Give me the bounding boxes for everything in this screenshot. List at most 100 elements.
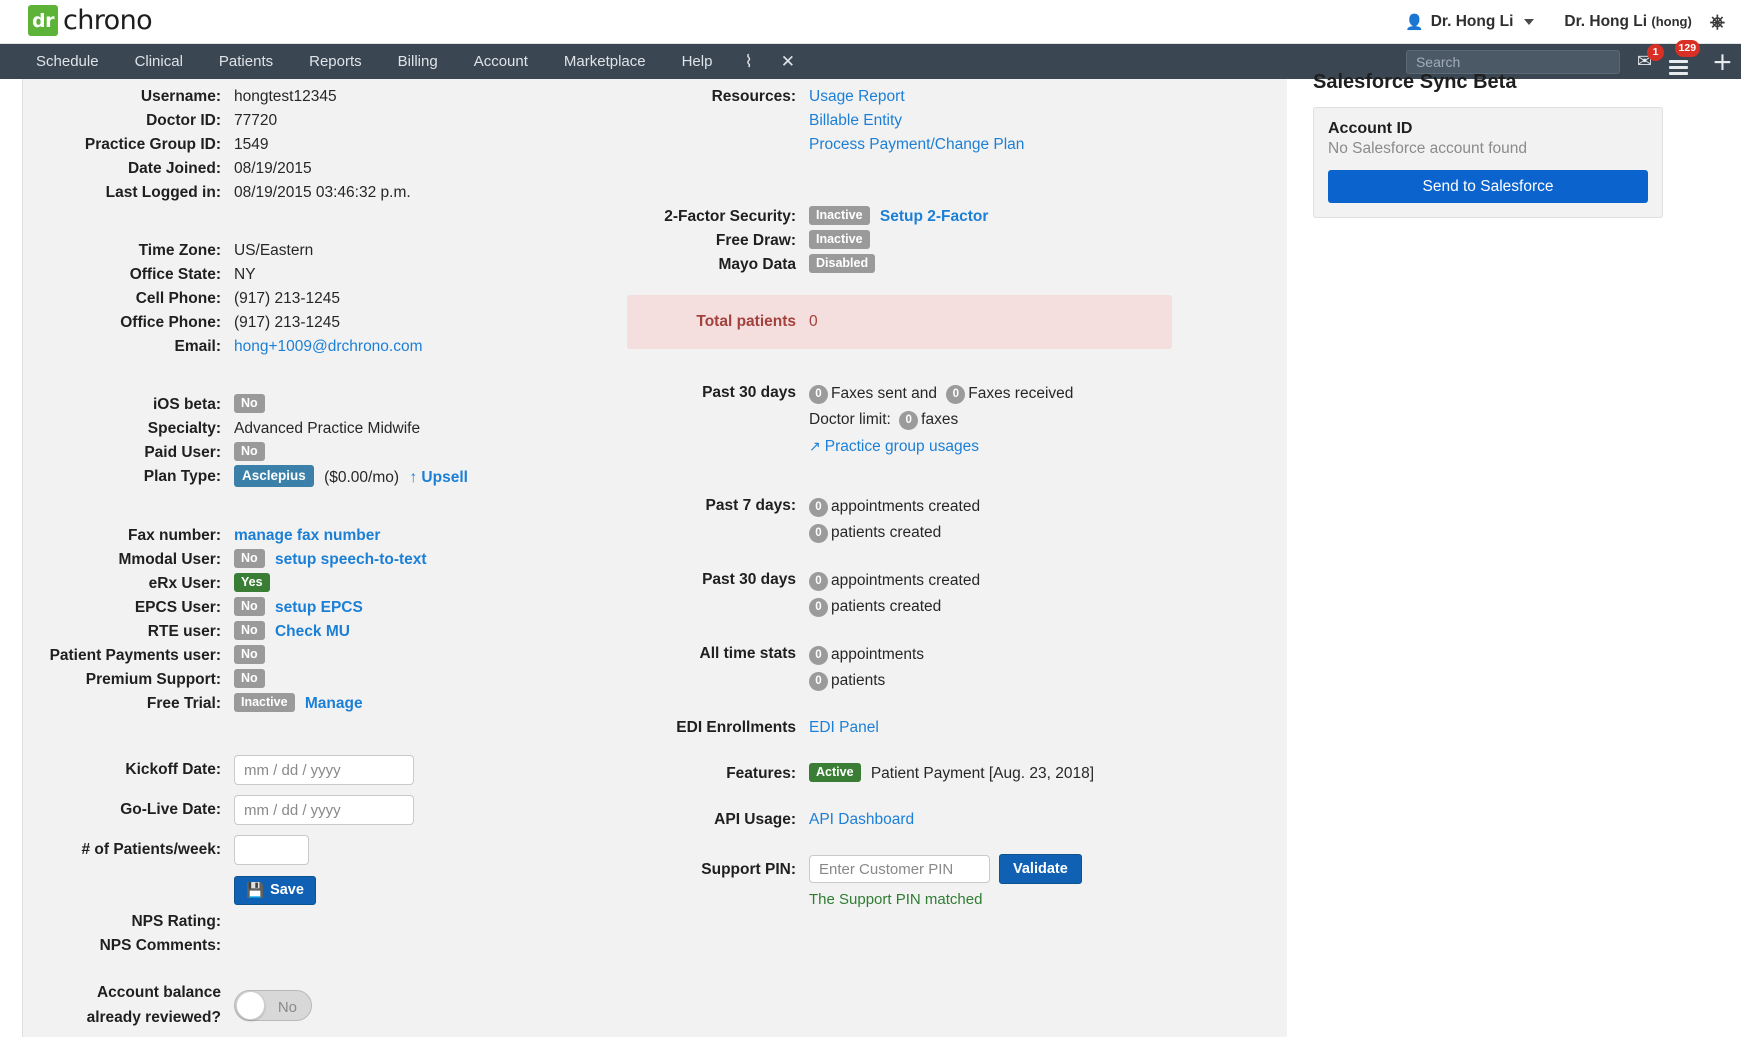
arrow-up-icon: ↑ bbox=[409, 469, 418, 486]
billable-entity-link[interactable]: Billable Entity bbox=[809, 112, 902, 129]
drchrono-logo[interactable]: dr chrono bbox=[28, 5, 153, 36]
field-label: Paid User: bbox=[144, 444, 221, 461]
account-right-column: Resources: Usage Report Billable Entity … bbox=[583, 85, 1223, 912]
validate-pin-button[interactable]: Validate bbox=[999, 854, 1082, 884]
field-erx-user: eRx User: Yes bbox=[23, 572, 583, 596]
search-input[interactable] bbox=[1405, 49, 1620, 74]
email-link[interactable]: hong+1009@drchrono.com bbox=[234, 338, 423, 355]
floppy-disk-icon: 💾 bbox=[246, 882, 265, 899]
kickoff-date-input[interactable] bbox=[234, 755, 414, 785]
field-value: hongtest12345 bbox=[234, 88, 337, 105]
setup-speech-to-text-link[interactable]: setup speech-to-text bbox=[275, 551, 427, 568]
status-badge: Inactive bbox=[809, 206, 870, 226]
usage-report-link[interactable]: Usage Report bbox=[809, 88, 905, 105]
page-body: Username: hongtest12345 Doctor ID: 77720… bbox=[0, 71, 1741, 1037]
api-dashboard-link[interactable]: API Dashboard bbox=[809, 811, 914, 828]
account-id-label: Account ID bbox=[1328, 120, 1413, 137]
nav-item-account[interactable]: Account bbox=[456, 44, 546, 79]
toggle-label: No bbox=[277, 998, 297, 1016]
logo-badge: dr bbox=[28, 5, 58, 36]
patients-per-week-input[interactable] bbox=[234, 835, 309, 865]
messages-icon[interactable]: ✉ 1 bbox=[1637, 43, 1665, 71]
setup-2factor-link[interactable]: Setup 2-Factor bbox=[880, 208, 989, 225]
check-mu-link[interactable]: Check MU bbox=[275, 623, 350, 640]
power-icon[interactable]: ⎈ bbox=[1710, 12, 1725, 32]
status-badge: No bbox=[234, 645, 265, 665]
menu-badge: 129 bbox=[1674, 39, 1701, 57]
count-badge: 0 bbox=[809, 671, 828, 691]
stat-text: appointments bbox=[831, 646, 925, 663]
practice-group-usages-link[interactable]: Practice group usages bbox=[825, 438, 979, 455]
field-label: Mayo Data bbox=[718, 256, 796, 273]
field-label: Patient Payments user: bbox=[49, 647, 221, 664]
close-x-icon[interactable]: ✕ bbox=[767, 44, 809, 79]
stat-text: patients bbox=[831, 672, 886, 689]
add-icon[interactable]: + bbox=[1712, 49, 1733, 73]
save-button[interactable]: 💾 Save bbox=[234, 875, 316, 905]
count-badge: 0 bbox=[809, 497, 828, 517]
braces-icon[interactable]: ⌇ bbox=[730, 44, 766, 79]
nav-item-clinical[interactable]: Clinical bbox=[117, 44, 201, 79]
field-value: (917) 213-1245 bbox=[234, 314, 340, 331]
nav-item-schedule[interactable]: Schedule bbox=[18, 44, 117, 79]
faxes-received-text: Faxes received bbox=[968, 385, 1074, 402]
field-label: Past 30 days bbox=[702, 384, 796, 401]
logged-in-user: Dr. Hong Li (hong) bbox=[1548, 13, 1691, 31]
nav-item-reports[interactable]: Reports bbox=[291, 44, 380, 79]
field-label: Go-Live Date: bbox=[120, 801, 221, 818]
field-label: Features: bbox=[726, 765, 796, 782]
field-nps-comments: NPS Comments: bbox=[23, 934, 583, 958]
account-balance-reviewed-toggle[interactable]: No bbox=[234, 989, 312, 1021]
support-pin-input[interactable] bbox=[809, 855, 990, 883]
edi-panel-link[interactable]: EDI Panel bbox=[809, 719, 879, 736]
brand-bar: dr chrono 👤 Dr. Hong Li Dr. Hong Li (hon… bbox=[0, 0, 1741, 44]
field-label: Fax number: bbox=[127, 527, 221, 544]
manage-free-trial-link[interactable]: Manage bbox=[305, 695, 363, 712]
field-fax-usage: Past 30 days 0 Faxes sent and 0 Faxes rece… bbox=[583, 381, 1223, 460]
field-free-draw: Free Draw: Inactive bbox=[583, 229, 1223, 253]
field-label: Practice Group ID: bbox=[84, 136, 221, 153]
stat-text: patients created bbox=[831, 524, 942, 541]
field-past-30-days: Past 30 days 0 appointments created 0 pati… bbox=[583, 568, 1223, 620]
field-label-line1: Account balance bbox=[96, 984, 221, 1001]
chevron-down-icon bbox=[1524, 19, 1535, 25]
field-label: RTE user: bbox=[147, 623, 221, 640]
user-menu-button[interactable]: 👤 Dr. Hong Li bbox=[1405, 13, 1548, 31]
nav-item-patients[interactable]: Patients bbox=[201, 44, 291, 79]
fax-counts-line: 0 Faxes sent and 0 Faxes received bbox=[809, 381, 1073, 407]
faxes-sent-text: Faxes sent and bbox=[831, 385, 937, 402]
send-to-salesforce-button[interactable]: Send to Salesforce bbox=[1328, 170, 1648, 203]
field-value: 1549 bbox=[234, 136, 269, 153]
nav-item-billing[interactable]: Billing bbox=[380, 44, 456, 79]
logo-wordmark: chrono bbox=[63, 5, 153, 36]
setup-epcs-link[interactable]: setup EPCS bbox=[275, 599, 363, 616]
field-email: Email: hong+1009@drchrono.com bbox=[23, 335, 583, 359]
nav-item-marketplace[interactable]: Marketplace bbox=[546, 44, 664, 79]
field-label: Past 30 days bbox=[702, 571, 796, 588]
field-mmodal-user: Mmodal User: No setup speech-to-text bbox=[23, 548, 583, 572]
field-value: 08/19/2015 03:46:32 p.m. bbox=[234, 184, 411, 201]
field-label: Username: bbox=[140, 88, 221, 105]
status-badge: No bbox=[234, 669, 265, 689]
user-menu-label: Dr. Hong Li bbox=[1430, 13, 1514, 30]
menu-icon[interactable]: 129 bbox=[1669, 39, 1701, 75]
field-features: Features: Active Patient Payment [Aug. 2… bbox=[583, 762, 1223, 786]
field-username: Username: hongtest12345 bbox=[23, 85, 583, 109]
field-api-usage: API Usage: API Dashboard bbox=[583, 808, 1223, 832]
field-label: Mmodal User: bbox=[118, 551, 222, 568]
person-icon: 👤 bbox=[1405, 14, 1424, 31]
upsell-link[interactable]: Upsell bbox=[421, 469, 468, 486]
manage-fax-number-link[interactable]: manage fax number bbox=[234, 527, 380, 544]
process-payment-change-plan-link[interactable]: Process Payment/Change Plan bbox=[809, 136, 1024, 153]
field-label: Office State: bbox=[129, 266, 221, 283]
field-label: Free Trial: bbox=[146, 695, 221, 712]
field-label: API Usage: bbox=[714, 811, 796, 828]
golive-date-input[interactable] bbox=[234, 795, 414, 825]
field-doctor-id: Doctor ID: 77720 bbox=[23, 109, 583, 133]
nav-item-help[interactable]: Help bbox=[664, 44, 731, 79]
